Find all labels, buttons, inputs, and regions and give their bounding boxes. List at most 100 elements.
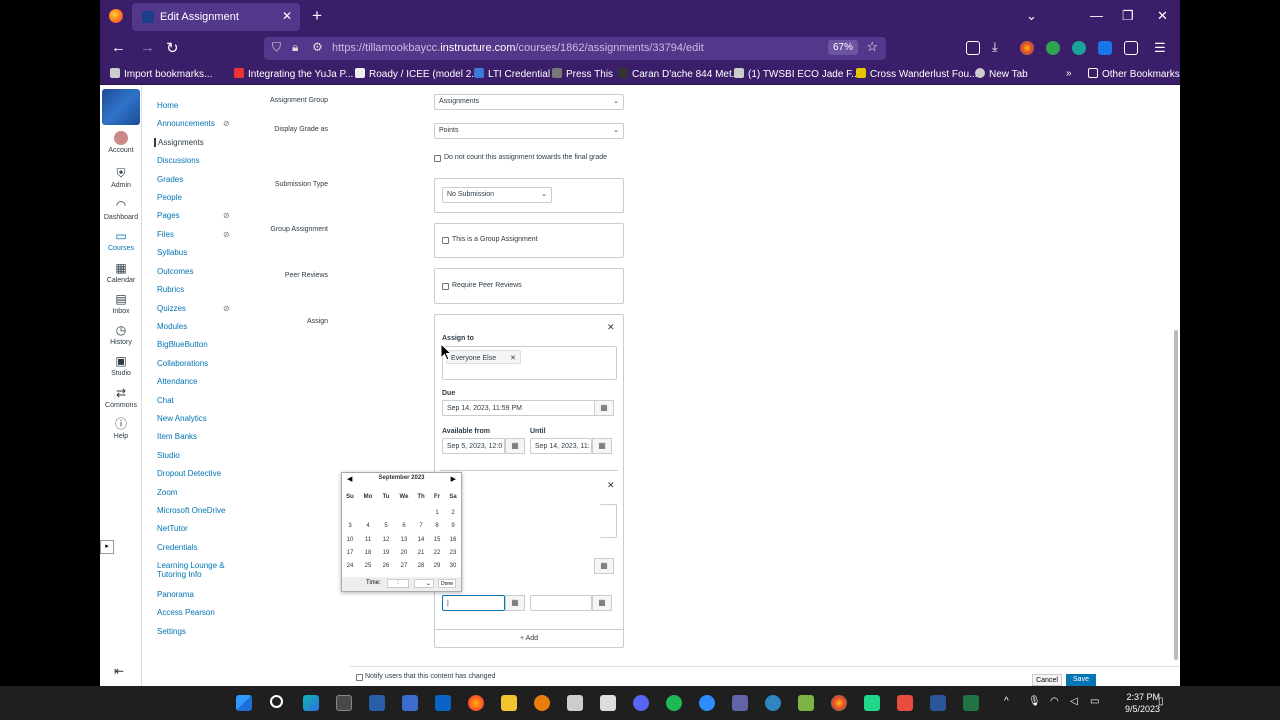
remove-assign-card-icon[interactable]: ✕ [607, 322, 615, 333]
bookmark-star-icon[interactable]: ☆ [866, 39, 878, 55]
downloads-icon[interactable]: ⤓ [992, 39, 1006, 54]
course-nav-learning-lounge[interactable]: Learning Lounge & Tutoring Info [157, 561, 225, 579]
calendar-day[interactable]: 7 [414, 523, 428, 529]
institution-logo[interactable] [102, 89, 140, 125]
calendar-day[interactable]: 2 [446, 510, 460, 516]
course-nav-item-banks[interactable]: Item Banks [157, 432, 197, 441]
close-window-icon[interactable]: ✕ [1157, 8, 1168, 24]
course-nav-home[interactable]: Home [157, 101, 178, 110]
file-explorer-icon[interactable] [501, 695, 517, 711]
browser-tab[interactable]: Edit Assignment ✕ [132, 3, 300, 31]
course-nav-assignments[interactable]: Assignments [154, 138, 204, 147]
calendar-day[interactable]: 16 [446, 537, 460, 543]
remove-second-card-icon[interactable]: ✕ [607, 480, 615, 491]
app-icon[interactable] [402, 695, 418, 711]
calendar-day[interactable]: 30 [446, 563, 460, 569]
course-nav-rubrics[interactable]: Rubrics [157, 285, 184, 294]
calendar-day[interactable]: 29 [430, 563, 444, 569]
bookmark-item[interactable]: Integrating the YuJa P... [234, 68, 353, 80]
back-icon[interactable]: ← [111, 39, 126, 56]
second-due-calendar-icon[interactable]: ▦ [594, 558, 614, 574]
blender-icon[interactable] [534, 695, 550, 711]
calendar-day[interactable]: 28 [414, 563, 428, 569]
bookmark-item[interactable]: Import bookmarks... [110, 68, 212, 80]
notify-checkbox[interactable] [356, 674, 363, 681]
microphone-icon[interactable]: 🎙︎ [1028, 696, 1041, 707]
calendar-day[interactable]: 26 [379, 563, 393, 569]
available-from-input[interactable]: Sep 5, 2023, 12:0 [442, 438, 505, 454]
extension-m-icon[interactable] [1072, 41, 1086, 55]
calendar-day[interactable]: 10 [343, 537, 357, 543]
remove-tag-icon[interactable]: ✕ [510, 355, 516, 362]
permissions-icon[interactable]: ⚙ [312, 40, 323, 54]
pocket-icon[interactable] [966, 41, 980, 55]
submission-type-select[interactable]: No Submission ⌄ [442, 187, 552, 203]
word-icon[interactable] [930, 695, 946, 711]
tray-expand-icon[interactable]: ^ [1004, 696, 1009, 707]
global-nav-commons[interactable]: ⇄ Commons [100, 386, 142, 409]
course-nav-outcomes[interactable]: Outcomes [157, 267, 193, 276]
reload-icon[interactable]: ↻ [166, 39, 179, 57]
ampm-select[interactable]: ⌄ [414, 579, 434, 588]
app-icon[interactable] [369, 695, 385, 711]
second-available-from-input[interactable]: | [442, 595, 505, 611]
clock[interactable]: 2:37 PM 9/5/2023 [1125, 691, 1160, 715]
chrome-icon[interactable] [831, 695, 847, 711]
done-button[interactable]: Done [438, 579, 456, 588]
course-nav-pages[interactable]: Pages ⊘ [157, 211, 230, 220]
course-nav-onedrive[interactable]: Microsoft OneDrive [157, 506, 225, 515]
zoom-icon[interactable] [699, 695, 715, 711]
store-icon[interactable] [336, 695, 352, 711]
course-nav-credentials[interactable]: Credentials [157, 543, 197, 552]
course-nav-studio[interactable]: Studio [157, 451, 180, 460]
calculator-icon[interactable] [600, 695, 616, 711]
calendar-day[interactable]: 23 [446, 550, 460, 556]
assignment-group-select[interactable]: Assignments ⌄ [434, 94, 624, 110]
course-nav-discussions[interactable]: Discussions [157, 156, 200, 165]
calendar-day[interactable]: 25 [361, 563, 375, 569]
course-nav-syllabus[interactable]: Syllabus [157, 248, 187, 257]
course-nav-collaborations[interactable]: Collaborations [157, 359, 208, 368]
course-nav-bigbluebutton[interactable]: BigBlueButton [157, 340, 208, 349]
app-icon[interactable] [897, 695, 913, 711]
extensions-icon[interactable] [1124, 41, 1138, 55]
discord-icon[interactable] [633, 695, 649, 711]
display-grade-select[interactable]: Points ⌄ [434, 123, 624, 139]
time-input[interactable]: : [387, 579, 409, 588]
list-tabs-icon[interactable]: ⌄ [1026, 8, 1037, 24]
course-nav-settings[interactable]: Settings [157, 627, 186, 636]
close-tab-icon[interactable]: ✕ [282, 9, 292, 23]
firefox-taskbar-icon[interactable] [468, 695, 484, 711]
calendar-day[interactable]: 17 [343, 550, 357, 556]
group-assignment-checkbox[interactable] [442, 237, 449, 244]
course-nav-dropout-detective[interactable]: Dropout Detective [157, 469, 221, 478]
bookmark-item[interactable]: Press This [552, 68, 613, 80]
course-nav-nettutor[interactable]: NetTutor [157, 524, 188, 533]
collapse-nav-icon[interactable]: ⇤ [114, 664, 124, 678]
bookmark-item[interactable]: New Tab [975, 68, 1028, 80]
search-icon[interactable] [270, 695, 283, 708]
available-from-calendar-icon[interactable]: ▦ [505, 438, 525, 454]
calendar-day[interactable]: 6 [397, 523, 411, 529]
calendar-day[interactable]: 19 [379, 550, 393, 556]
global-nav-courses[interactable]: ▭ Courses [100, 229, 142, 252]
forward-icon[interactable]: → [140, 39, 155, 56]
bookmark-item[interactable]: Roady / ICEE (model 2... [355, 68, 480, 80]
course-nav-attendance[interactable]: Attendance [157, 377, 197, 386]
global-nav-studio[interactable]: ▣ Studio [100, 354, 142, 377]
windows-start-icon[interactable] [236, 695, 252, 711]
page-scrollbar[interactable] [1174, 330, 1178, 660]
assign-tag[interactable]: Everyone Else ✕ [446, 350, 522, 364]
app-icon[interactable] [798, 695, 814, 711]
calendar-day[interactable]: 27 [397, 563, 411, 569]
calendar-day[interactable]: 15 [430, 537, 444, 543]
app-icon[interactable] [567, 695, 583, 711]
calendar-day[interactable]: 3 [343, 523, 357, 529]
due-calendar-icon[interactable]: ▦ [594, 400, 614, 416]
course-nav-modules[interactable]: Modules [157, 322, 187, 331]
restore-icon[interactable]: ❐ [1122, 8, 1134, 24]
course-nav-new-analytics[interactable]: New Analytics [157, 414, 207, 423]
course-nav-access-pearson[interactable]: Access Pearson [157, 608, 215, 617]
calendar-day[interactable]: 12 [379, 537, 393, 543]
global-nav-dashboard[interactable]: ◠ Dashboard [100, 198, 142, 221]
